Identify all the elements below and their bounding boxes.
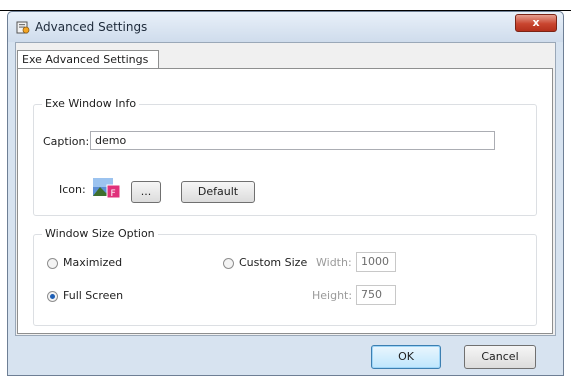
window-size-option-label: Window Size Option [42, 227, 158, 240]
default-icon-button[interactable]: Default [181, 181, 255, 203]
svg-text:F: F [111, 189, 116, 199]
icon-label: Icon: [59, 183, 86, 196]
browse-icon-button[interactable]: ... [131, 181, 161, 203]
cancel-button[interactable]: Cancel [464, 345, 536, 369]
height-label: Height: [312, 289, 353, 302]
ok-button[interactable]: OK [371, 345, 441, 369]
tab-panel: Exe Window Info Caption: demo Icon: F ..… [17, 68, 553, 334]
close-icon: x [532, 16, 540, 29]
title-bar[interactable]: Advanced Settings x [8, 12, 563, 42]
custom-size-radio[interactable] [223, 258, 234, 269]
custom-size-label[interactable]: Custom Size [239, 256, 307, 269]
image-file-icon: F [93, 178, 121, 199]
settings-app-icon [16, 21, 30, 34]
exe-window-info-group: Exe Window Info Caption: demo Icon: F ..… [33, 97, 537, 216]
dialog-client-area: Exe Advanced Settings Exe Window Info Ca… [15, 42, 556, 336]
dialog-title: Advanced Settings [35, 20, 148, 34]
caption-label: Caption: [43, 135, 90, 148]
advanced-settings-dialog: Advanced Settings x Exe Advanced Setting… [7, 11, 564, 376]
full-screen-radio[interactable] [47, 291, 58, 302]
close-button[interactable]: x [515, 14, 557, 32]
caption-input[interactable]: demo [90, 131, 495, 150]
window-size-option-group: Window Size Option Maximized Custom Size… [33, 227, 537, 326]
exe-window-info-label: Exe Window Info [42, 97, 140, 110]
width-input[interactable]: 1000 [356, 252, 396, 272]
maximized-label[interactable]: Maximized [63, 256, 122, 269]
maximized-radio[interactable] [47, 258, 58, 269]
tab-exe-advanced-settings[interactable]: Exe Advanced Settings [17, 50, 159, 69]
height-input[interactable]: 750 [356, 285, 396, 305]
width-label: Width: [316, 256, 352, 269]
full-screen-label[interactable]: Full Screen [63, 289, 123, 302]
